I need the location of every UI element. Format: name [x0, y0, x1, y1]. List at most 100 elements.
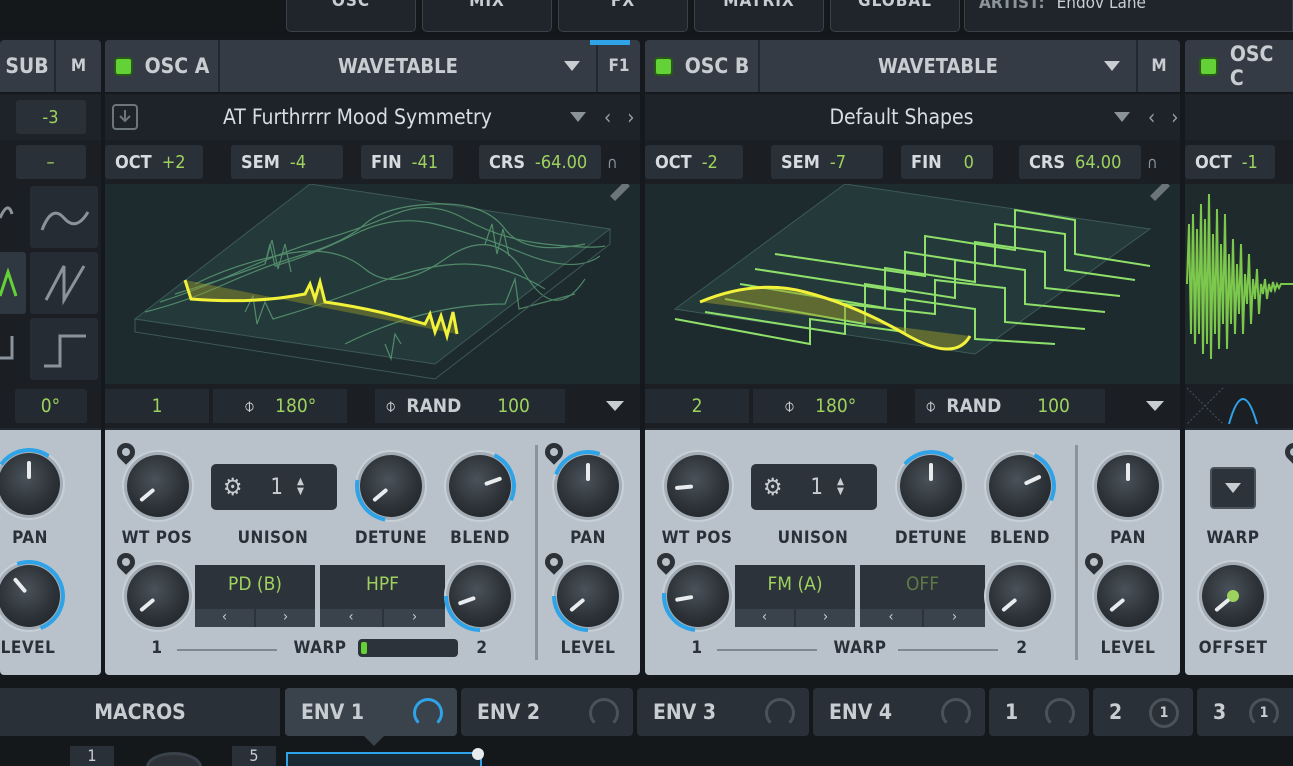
warp2-next-icon[interactable]: › [924, 609, 985, 627]
osc-a-enable-led[interactable] [113, 56, 133, 76]
lfo-2-drag-icon[interactable]: 1 [1149, 698, 1179, 728]
tab-env-4[interactable]: ENV 4 [813, 688, 985, 736]
osc-a-wavetable-display[interactable] [105, 184, 640, 384]
tab-mix[interactable]: MIX [422, 0, 552, 32]
tab-osc[interactable]: OSC [286, 0, 416, 32]
osc-c-offset-knob[interactable] [1202, 565, 1264, 627]
osc-a-coarse[interactable]: CRS -64.00 [479, 145, 601, 179]
retrigger-icon[interactable]: ∩ [1147, 153, 1158, 172]
tab-lfo-3[interactable]: 31 [1197, 688, 1293, 736]
sub-phase[interactable]: 0° [14, 389, 87, 423]
osc-a-frame[interactable]: 1 [105, 389, 209, 423]
stepper-icon[interactable]: ▲ ▼ [297, 477, 304, 497]
osc-c-octave[interactable]: OCT -1 [1185, 145, 1275, 179]
lfo-3-drag-icon[interactable]: 1 [1249, 698, 1279, 728]
osc-a-blend-knob[interactable] [433, 439, 527, 533]
envelope-node[interactable] [472, 748, 484, 760]
tab-matrix[interactable]: MATRIX [694, 0, 824, 32]
sub-octave[interactable]: -3 [15, 100, 86, 134]
modulation-target-icon[interactable] [1281, 439, 1293, 465]
osc-b-unison[interactable]: ⚙ 1 ▲ ▼ [751, 464, 877, 510]
preset-dropdown-icon[interactable] [570, 112, 586, 122]
osc-c-warp-menu-button[interactable] [1210, 467, 1256, 509]
osc-b-mode-button[interactable]: M [1138, 40, 1180, 92]
osc-b-preset-name[interactable]: Default Shapes [689, 105, 1114, 129]
osc-b-blend-knob[interactable] [973, 439, 1067, 533]
osc-b-semitone[interactable]: SEM -7 [771, 145, 883, 179]
osc-a-warp1-selector[interactable]: PD (B) ‹ › [195, 565, 315, 627]
osc-a-fine[interactable]: FIN -41 [361, 145, 453, 179]
osc-b-warp2-selector[interactable]: OFF ‹ › [860, 565, 985, 627]
prev-preset-icon[interactable]: ‹ [604, 105, 611, 129]
tab-global[interactable]: GLOBAL [830, 0, 960, 32]
tab-env-3[interactable]: ENV 3 [637, 688, 809, 736]
osc-b-detune-knob[interactable] [891, 446, 971, 526]
osc-b-frame[interactable]: 2 [645, 389, 749, 423]
osc-c-display[interactable] [1185, 184, 1293, 384]
osc-a-level-knob[interactable] [537, 545, 639, 647]
warp2-prev-icon[interactable]: ‹ [860, 609, 922, 627]
osc-a-pan-knob[interactable] [540, 438, 636, 534]
modulation-target-icon[interactable] [1081, 549, 1107, 575]
tab-env-1[interactable]: ENV 1 [285, 688, 457, 736]
osc-b-pan-knob[interactable] [1097, 455, 1159, 517]
osc-b-fine[interactable]: FIN 0 [901, 145, 993, 179]
osc-a-octave[interactable]: OCT +2 [105, 145, 203, 179]
osc-b-warp1-selector[interactable]: FM (A) ‹ › [735, 565, 855, 627]
osc-a-unison[interactable]: ⚙ 1 ▲ ▼ [211, 464, 337, 510]
osc-a-detune-knob[interactable] [340, 435, 442, 537]
edit-pencil-icon[interactable] [610, 184, 630, 201]
osc-b-enable-led[interactable] [653, 56, 673, 76]
env-4-drag-icon[interactable] [941, 698, 971, 728]
osc-b-wt-pos-knob[interactable] [667, 455, 729, 517]
osc-b-toggle[interactable]: OSC B [645, 40, 760, 92]
warp1-prev-icon[interactable]: ‹ [195, 609, 254, 627]
osc-b-type-dropdown[interactable]: WAVETABLE [760, 40, 1138, 92]
prev-preset-icon[interactable]: ‹ [1148, 105, 1155, 129]
lfo-1-drag-icon[interactable] [1045, 698, 1075, 728]
envelope-editor[interactable] [286, 752, 482, 766]
next-preset-icon[interactable]: › [1171, 105, 1178, 129]
osc-b-coarse[interactable]: CRS 64.00 [1019, 145, 1141, 179]
osc-a-warp1-knob[interactable] [127, 565, 189, 627]
modulation-target-icon[interactable] [113, 439, 139, 465]
download-icon[interactable] [105, 104, 145, 130]
osc-b-phase[interactable]: ⌽ 180° [753, 389, 887, 423]
osc-c-enable-led[interactable] [1199, 56, 1218, 76]
osc-a-random-phase[interactable]: ⌽ RAND 100 [375, 389, 565, 423]
osc-c-toggle[interactable]: OSC C [1185, 40, 1293, 92]
warp1-next-icon[interactable]: › [256, 609, 315, 627]
next-preset-icon[interactable]: › [627, 105, 634, 129]
osc-a-semitone[interactable]: SEM -4 [231, 145, 343, 179]
warp2-prev-icon[interactable]: ‹ [320, 609, 382, 627]
tab-fx[interactable]: FX [558, 0, 688, 32]
tab-env-2[interactable]: ENV 2 [461, 688, 633, 736]
sub-mode-button[interactable]: M [56, 40, 101, 92]
osc-a-toggle[interactable]: OSC A [105, 40, 220, 92]
stepper-icon[interactable]: ▲ ▼ [837, 477, 844, 497]
tab-lfo-2[interactable]: 21 [1093, 688, 1193, 736]
osc-a-phase[interactable]: ⌽ 180° [213, 389, 347, 423]
osc-a-type-dropdown[interactable]: WAVETABLE [220, 40, 598, 92]
retrigger-icon[interactable]: ∩ [607, 153, 618, 172]
sub-pan-knob[interactable] [0, 442, 71, 526]
modulation-target-icon[interactable] [113, 549, 139, 575]
osc-b-wavetable-display[interactable] [645, 184, 1180, 384]
osc-b-random-phase[interactable]: ⌽ RAND 100 [915, 389, 1105, 423]
warp1-next-icon[interactable]: › [796, 609, 855, 627]
osc-b-level-knob[interactable] [1097, 565, 1159, 627]
osc-a-expand-button[interactable] [595, 389, 635, 423]
osc-b-octave[interactable]: OCT -2 [645, 145, 743, 179]
env-3-drag-icon[interactable] [765, 698, 795, 728]
osc-a-preset-name[interactable]: AT Furthrrrr Mood Symmetry [145, 105, 570, 129]
sub-level-knob[interactable] [0, 548, 77, 644]
sub-transpose[interactable]: – [15, 145, 86, 179]
osc-a-wt-pos-knob[interactable] [127, 455, 189, 517]
env-2-drag-icon[interactable] [589, 698, 619, 728]
osc-b-expand-button[interactable] [1135, 389, 1175, 423]
osc-c-envelope-shapes[interactable] [1185, 384, 1293, 428]
warp2-next-icon[interactable]: › [384, 609, 445, 627]
tab-lfo-1[interactable]: 1 [989, 688, 1089, 736]
osc-a-warp2-knob[interactable] [429, 545, 531, 647]
preset-dropdown-icon[interactable] [1114, 112, 1130, 122]
